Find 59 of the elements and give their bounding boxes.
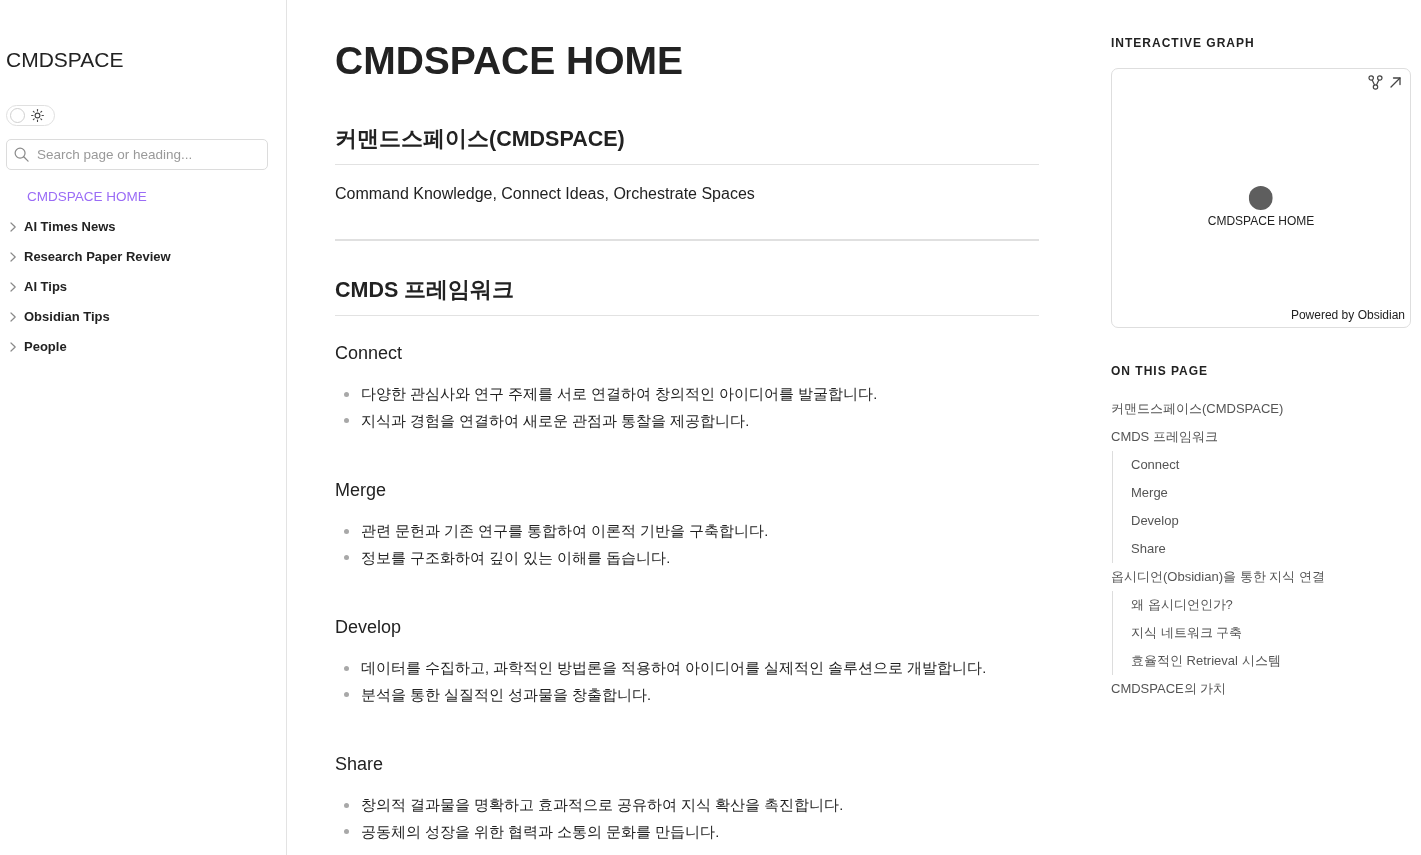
list-item-text: 창의적 결과물을 명확하고 효과적으로 공유하여 지식 확산을 촉진합니다. bbox=[361, 796, 844, 815]
paragraph-text: Command Knowledge, Connect Ideas, Orchestrate Spaces bbox=[335, 184, 756, 204]
nav-item[interactable]: AI Times News bbox=[6, 212, 116, 242]
nav-item[interactable]: AI Tips bbox=[6, 272, 68, 302]
page-title: CMDSPACE HOME bbox=[335, 38, 685, 84]
toc-link[interactable]: Connect bbox=[1131, 451, 1180, 479]
toc-link[interactable]: Merge bbox=[1131, 479, 1168, 507]
site-title: CMDSPACE bbox=[6, 47, 124, 73]
nav-item[interactable]: Research Paper Review bbox=[6, 242, 171, 272]
sun-icon bbox=[31, 109, 44, 122]
list-item-text: 관련 문헌과 기존 연구를 통합하여 이론적 기반을 구축합니다. bbox=[361, 522, 769, 541]
graph-node-icon[interactable] bbox=[1249, 185, 1273, 210]
nav-item[interactable]: CMDSPACE HOME bbox=[6, 182, 147, 212]
toc-link[interactable]: CMDS 프레임워크 bbox=[1111, 423, 1218, 451]
list-item-text: 공동체의 성장을 위한 협력과 소통의 문화를 만듭니다. bbox=[361, 822, 720, 842]
toc-link[interactable]: Develop bbox=[1131, 507, 1179, 535]
graph-node-label: CMDSPACE HOME bbox=[1207, 212, 1315, 229]
list-item-text: 데이터를 수집하고, 과학적인 방법론을 적용하여 아이디어를 실제적인 솔루션으로 개발합니다. bbox=[361, 659, 987, 678]
toc-link[interactable]: 커맨드스페이스(CMDSPACE) bbox=[1111, 395, 1284, 423]
toc-link[interactable]: CMDSPACE의 가치 bbox=[1111, 675, 1227, 703]
list-item-text: 지식과 경험을 연결하여 새로운 관점과 통찰을 제공합니다. bbox=[361, 411, 750, 431]
bullet-icon bbox=[344, 391, 349, 397]
nav-item[interactable]: Obsidian Tips bbox=[6, 302, 110, 332]
search-icon bbox=[14, 147, 29, 162]
panel-heading: INTERACTIVE GRAPH bbox=[1111, 35, 1255, 51]
panel-heading: ON THIS PAGE bbox=[1111, 362, 1209, 379]
section-heading: 커맨드스페이스(CMDSPACE) bbox=[335, 124, 1039, 165]
toc-link[interactable]: Share bbox=[1131, 535, 1166, 563]
chevron-right-icon[interactable] bbox=[8, 342, 18, 352]
bullet-icon bbox=[344, 692, 349, 698]
list-item-text: 분석을 통한 실질적인 성과물을 창출합니다. bbox=[361, 685, 652, 705]
bullet-icon bbox=[344, 829, 349, 835]
subsection-heading: Merge bbox=[335, 479, 388, 502]
nav-item[interactable]: People bbox=[6, 332, 67, 362]
section-heading: CMDS 프레임워크 bbox=[335, 275, 1039, 316]
toc-link[interactable]: 효율적인 Retrieval 시스템 bbox=[1131, 647, 1281, 675]
subsection-heading: Develop bbox=[335, 616, 403, 639]
chevron-right-icon[interactable] bbox=[8, 312, 18, 322]
subsection-heading: Share bbox=[335, 753, 385, 776]
chevron-right-icon[interactable] bbox=[8, 282, 18, 292]
diagonal-arrow-icon[interactable] bbox=[1390, 76, 1401, 88]
chevron-right-icon[interactable] bbox=[8, 252, 18, 262]
toc-link[interactable]: 옵시디언(Obsidian)을 통한 지식 연결 bbox=[1111, 563, 1325, 591]
chevron-right-icon[interactable] bbox=[8, 222, 18, 232]
bullet-icon bbox=[344, 528, 349, 534]
bullet-icon bbox=[344, 665, 349, 671]
nodes-icon[interactable] bbox=[1368, 74, 1383, 90]
theme-toggle[interactable] bbox=[6, 105, 55, 126]
toc-link[interactable]: 지식 네트워크 구축 bbox=[1131, 619, 1243, 647]
bullet-icon bbox=[344, 555, 349, 561]
list-item-text: 정보를 구조화하여 깊이 있는 이해를 돕습니다. bbox=[361, 548, 671, 568]
list-item-text: 다양한 관심사와 연구 주제를 서로 연결하여 창의적인 아이디어를 발굴합니다. bbox=[361, 385, 878, 404]
subsection-heading: Connect bbox=[335, 342, 404, 365]
toc-link[interactable]: 왜 옵시디언인가? bbox=[1131, 591, 1233, 619]
search-field[interactable]: Search page or heading... bbox=[6, 139, 268, 170]
bullet-icon bbox=[344, 802, 349, 808]
bullet-icon bbox=[344, 418, 349, 424]
toggle-knob bbox=[10, 108, 25, 123]
credit-text: Powered by Obsidian bbox=[1290, 306, 1405, 323]
